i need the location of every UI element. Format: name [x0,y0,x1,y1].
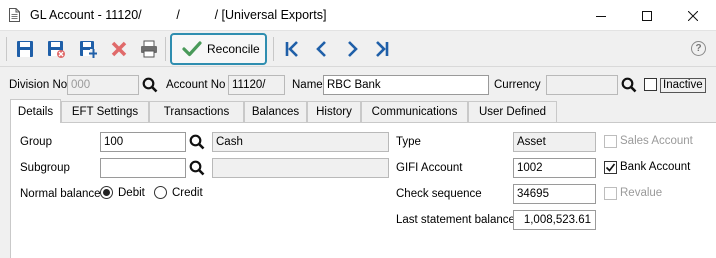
reconcile-check-icon [182,41,202,57]
toolbar-separator [165,37,166,61]
division-field[interactable]: 000 [67,75,139,95]
sales-account-label: Sales Account [620,135,693,147]
group-field[interactable]: 100 [100,132,186,152]
bank-account-checkbox[interactable] [604,161,617,174]
minimize-button[interactable] [578,0,624,31]
currency-label: Currency [494,79,541,91]
name-field[interactable]: RBC Bank [323,75,489,95]
last-record-button[interactable] [371,38,393,60]
first-record-icon [285,41,298,57]
save-new-button[interactable] [77,38,99,60]
close-icon [688,10,698,21]
check-sequence-field[interactable]: 34695 [513,184,596,204]
help-icon[interactable]: ? [691,41,706,56]
revalue-label: Revalue [620,187,663,199]
tab-history[interactable]: History [307,101,361,122]
tab-transactions[interactable]: Transactions [149,101,244,122]
print-icon [141,40,157,58]
tab-details[interactable]: Details [10,99,61,123]
print-button[interactable] [138,38,160,60]
title-bar: GL Account - 11120/ / / [Universal Expor… [0,0,716,31]
subgroup-description [212,158,389,178]
save-close-icon [48,41,65,58]
previous-record-button[interactable] [311,38,333,60]
check-sequence-label: Check sequence [396,188,482,200]
save-button[interactable] [14,38,36,60]
sales-account-checkbox[interactable] [604,135,617,148]
account-field[interactable]: 11120/ [228,75,285,95]
inactive-label: Inactive [660,78,706,93]
division-lookup-icon[interactable] [142,77,158,93]
next-record-button[interactable] [341,38,363,60]
window-title: GL Account - 11120/ / / [Universal Expor… [30,8,327,22]
group-lookup-icon[interactable] [189,134,205,150]
inactive-checkbox[interactable] [644,78,657,91]
tab-balances[interactable]: Balances [244,101,307,122]
maximize-icon [642,10,652,21]
gifi-field[interactable]: 1002 [513,158,596,178]
name-label: Name [292,79,323,91]
tab-eft-settings[interactable]: EFT Settings [61,101,149,122]
close-button[interactable] [670,0,716,31]
credit-radio[interactable] [154,186,167,199]
revalue-checkbox[interactable] [604,187,617,200]
save-close-button[interactable] [45,38,67,60]
reconcile-button[interactable]: Reconcile [170,33,267,65]
subgroup-label: Subgroup [20,162,70,174]
first-record-button[interactable] [281,38,303,60]
last-statement-balance-label: Last statement balance [396,214,515,226]
tab-user-defined[interactable]: User Defined [468,101,557,122]
currency-lookup-icon[interactable] [621,77,637,93]
delete-button[interactable] [108,38,130,60]
next-record-icon [348,41,358,57]
maximize-button[interactable] [624,0,670,31]
last-statement-balance-field[interactable]: 1,008,523.61 [513,210,596,230]
toolbar-separator [6,37,7,61]
credit-label: Credit [172,187,203,199]
minimize-icon [596,15,606,17]
reconcile-label: Reconcile [207,42,260,56]
debit-radio[interactable] [100,186,113,199]
debit-label: Debit [118,187,145,199]
type-label: Type [396,136,421,148]
checkmark-icon [605,163,616,172]
save-icon [17,41,33,57]
group-label: Group [20,136,52,148]
toolbar: Reconcile ? [0,31,716,67]
subgroup-field[interactable] [100,158,186,178]
tab-communications[interactable]: Communications [361,101,468,122]
account-label: Account No [166,79,226,91]
save-new-icon [80,41,97,58]
document-icon [9,8,20,22]
type-field: Asset [513,132,596,152]
last-record-icon [376,41,389,57]
toolbar-separator [273,37,274,61]
group-description: Cash [212,132,389,152]
division-label: Division No [9,79,68,91]
delete-icon [111,41,127,57]
subgroup-lookup-icon[interactable] [189,160,205,176]
currency-field[interactable] [546,75,618,95]
previous-record-icon [316,41,326,57]
bank-account-label: Bank Account [620,161,691,173]
gifi-label: GIFI Account [396,162,463,174]
normal-balance-label: Normal balance [20,188,101,200]
